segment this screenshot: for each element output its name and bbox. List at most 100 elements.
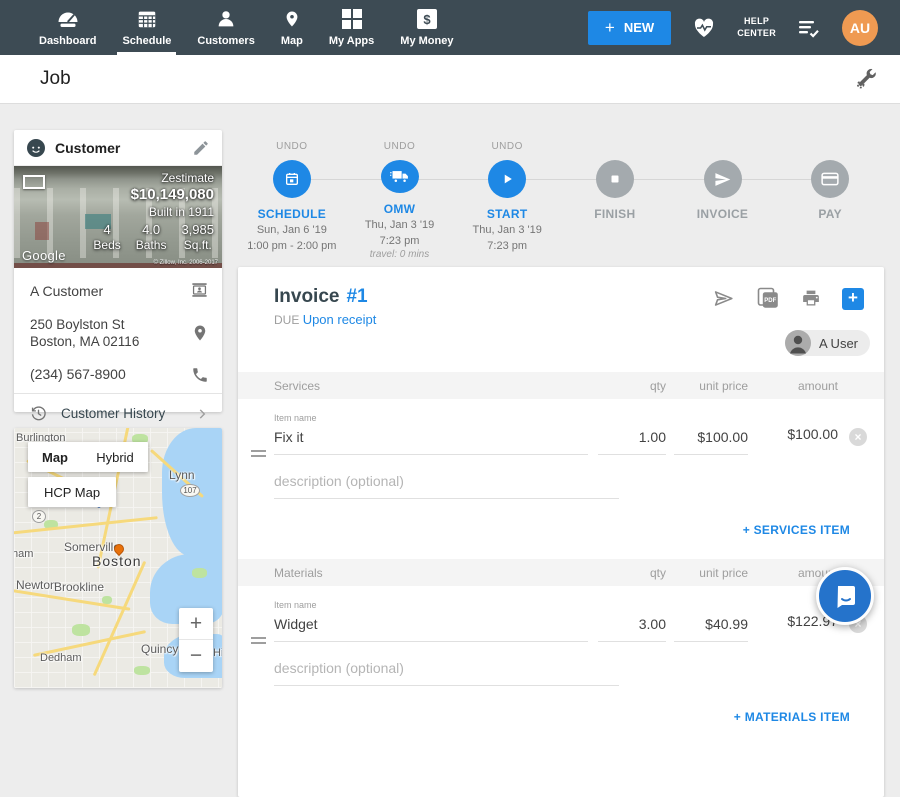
customer-history-label: Customer History <box>61 406 165 421</box>
material-line-item: Item name $122.97 × <box>238 586 884 686</box>
service-unit-price-input[interactable] <box>674 424 748 455</box>
play-step-icon[interactable] <box>488 160 526 198</box>
map-city-label: Brookline <box>54 580 104 594</box>
truck-step-icon[interactable] <box>381 160 419 193</box>
service-description-input[interactable] <box>274 468 619 499</box>
nav-item-my-money[interactable]: $ My Money <box>387 0 466 55</box>
customer-history-row[interactable]: Customer History <box>14 393 222 433</box>
materials-header-band: Materials qty unit price amount <box>238 559 884 586</box>
invoice-number[interactable]: #1 <box>346 286 367 308</box>
unit-price-header: unit price <box>674 379 748 393</box>
property-stats: 4Beds 4.0Baths 3,985Sq.ft. <box>93 222 214 252</box>
due-value-link[interactable]: Upon receipt <box>303 312 377 327</box>
zoom-in-button[interactable]: + <box>179 608 213 640</box>
material-item-name-input[interactable] <box>274 611 588 642</box>
zestimate-value: $10,149,080 <box>93 186 214 203</box>
drag-handle-icon[interactable] <box>251 447 266 460</box>
step-time: 7:23 pm <box>380 234 420 248</box>
assigned-user-chip[interactable]: A User <box>785 330 870 356</box>
map-type-map-button[interactable]: Map <box>28 442 82 472</box>
customer-card: Customer Zestimate $10,149,080 Built in … <box>14 130 222 412</box>
user-avatar[interactable]: AU <box>842 10 878 46</box>
material-description-input[interactable] <box>274 655 619 686</box>
mini-map[interactable]: Burlington Lynn Somerville Boston ham Ne… <box>14 428 222 688</box>
due-label: DUE <box>274 313 299 327</box>
sqft-label: Sq.ft. <box>181 238 214 252</box>
customer-card-header: Customer <box>14 130 222 166</box>
hcp-map-button[interactable]: HCP Map <box>28 477 116 507</box>
send-step-icon[interactable] <box>704 160 742 198</box>
print-icon[interactable] <box>800 288 822 309</box>
service-amount: $100.00 <box>752 426 838 455</box>
map-park <box>134 666 150 675</box>
schedule-step-icon[interactable] <box>273 160 311 198</box>
map-park <box>192 568 207 578</box>
delete-service-item-icon[interactable]: × <box>849 428 867 446</box>
nav-item-schedule[interactable]: Schedule <box>109 0 184 55</box>
chat-bubble-icon <box>832 583 858 609</box>
step-label: SCHEDULE <box>258 207 326 221</box>
chat-fab-button[interactable] <box>816 567 874 625</box>
add-materials-item-link[interactable]: + MATERIALS ITEM <box>734 710 850 724</box>
map-pin-icon <box>283 7 301 31</box>
nav-item-dashboard[interactable]: Dashboard <box>26 0 109 55</box>
beds-value: 4 <box>93 222 120 237</box>
job-tools-icon[interactable] <box>854 67 878 91</box>
service-qty-input[interactable] <box>598 424 666 455</box>
tasks-icon[interactable] <box>797 18 821 38</box>
step-date: Thu, Jan 3 '19 <box>365 218 434 232</box>
timeline-step-invoice: INVOICE <box>669 135 777 261</box>
heart-pulse-icon[interactable] <box>692 17 716 39</box>
baths-label: Baths <box>136 238 167 252</box>
job-status-timeline: UNDO SCHEDULE Sun, Jan 6 '19 1:00 pm - 2… <box>238 135 884 261</box>
card-step-icon[interactable] <box>811 160 849 198</box>
service-item-name-input[interactable] <box>274 424 588 455</box>
item-name-label: Item name <box>274 413 588 423</box>
step-time: 7:23 pm <box>487 239 527 253</box>
undo-omw-link[interactable]: UNDO <box>384 141 415 152</box>
zoom-out-button[interactable]: − <box>179 640 213 672</box>
step-date: Sun, Jan 6 '19 <box>257 223 327 237</box>
material-qty-input[interactable] <box>598 611 666 642</box>
nav-item-customers[interactable]: Customers <box>184 0 267 55</box>
material-unit-price-input[interactable] <box>674 611 748 642</box>
qty-header: qty <box>598 379 666 393</box>
edit-pencil-icon[interactable] <box>192 139 210 157</box>
phone-icon[interactable] <box>191 366 209 384</box>
add-invoice-button[interactable]: + <box>842 288 864 310</box>
undo-start-link[interactable]: UNDO <box>491 141 522 152</box>
sqft-value: 3,985 <box>181 222 214 237</box>
travel-time: travel: 0 mins <box>370 248 429 261</box>
new-button[interactable]: + NEW <box>588 11 671 45</box>
help-center-line2: CENTER <box>737 28 776 39</box>
dollar-icon: $ <box>417 7 437 31</box>
drag-handle-icon[interactable] <box>251 634 266 647</box>
plus-icon: + <box>605 18 615 38</box>
pdf-icon[interactable]: PDF <box>756 287 780 310</box>
undo-schedule-link[interactable]: UNDO <box>276 141 307 152</box>
add-services-item-row: + SERVICES ITEM <box>238 499 884 559</box>
location-pin-icon[interactable] <box>191 323 209 343</box>
add-services-item-link[interactable]: + SERVICES ITEM <box>743 523 850 537</box>
nav-item-my-apps[interactable]: My Apps <box>316 0 387 55</box>
history-clock-icon <box>29 404 48 423</box>
customer-card-title: Customer <box>55 140 120 156</box>
help-center-link[interactable]: HELP CENTER <box>737 16 776 39</box>
map-type-hybrid-button[interactable]: Hybrid <box>82 442 148 472</box>
nav-label: My Money <box>400 35 453 47</box>
contact-card-icon[interactable] <box>190 281 209 300</box>
nav-label: Dashboard <box>39 35 96 47</box>
gauge-icon <box>56 7 80 31</box>
send-invoice-icon[interactable] <box>711 288 736 309</box>
assigned-user-name: A User <box>819 336 858 351</box>
stop-step-icon[interactable] <box>596 160 634 198</box>
nav-item-map[interactable]: Map <box>268 0 316 55</box>
photo-decor <box>35 222 49 240</box>
property-photo[interactable]: Zestimate $10,149,080 Built in 1911 4Bed… <box>14 166 222 268</box>
customer-address-row: 250 Boylston St Boston, MA 02116 <box>14 308 222 358</box>
map-city-label: Hi <box>213 647 222 659</box>
map-city-label: Quincy <box>141 642 178 656</box>
step-time: 1:00 pm - 2:00 pm <box>247 239 336 253</box>
route-107-shield: 107 <box>180 484 200 497</box>
invoice-title: Invoice <box>274 286 339 308</box>
